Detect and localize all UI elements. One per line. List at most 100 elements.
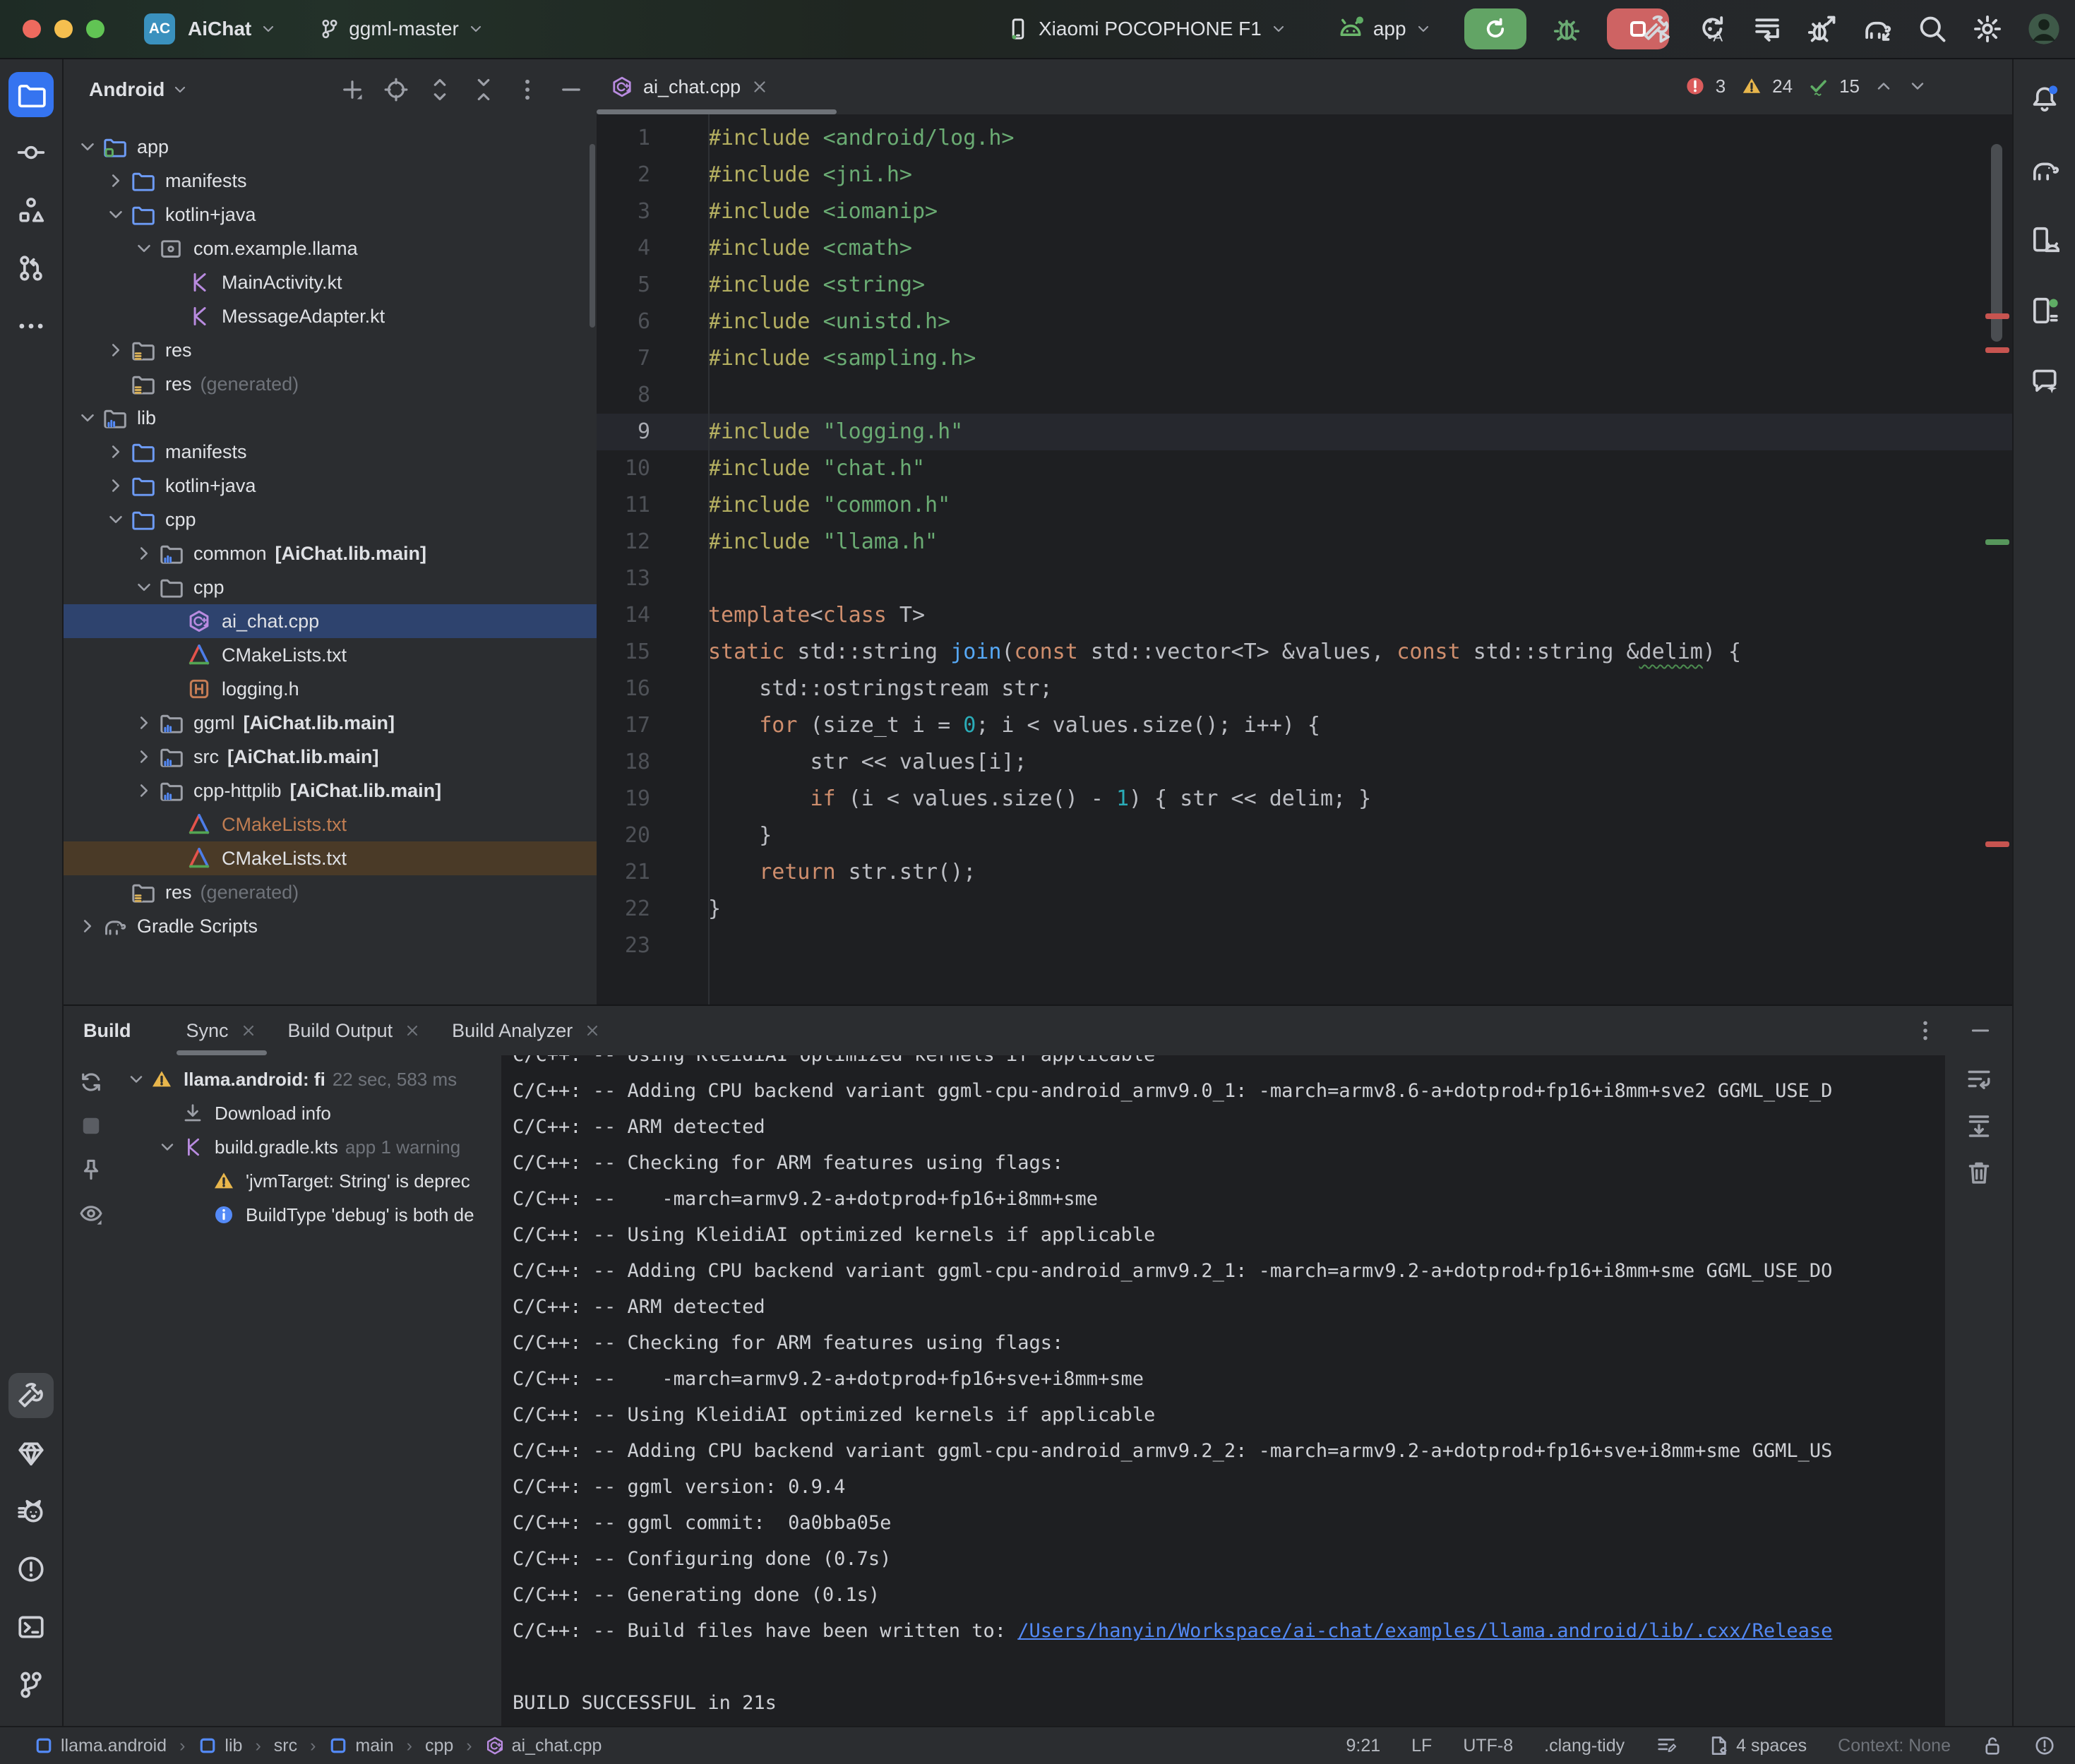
encoding-indicator[interactable]: UTF-8 bbox=[1463, 1736, 1513, 1756]
project-view-selector[interactable]: Android bbox=[89, 78, 189, 101]
tree-item-cmakelists-txt[interactable]: CMakeLists.txt bbox=[64, 638, 597, 672]
build-tab-build-analyzer[interactable]: Build Analyzer bbox=[436, 1006, 616, 1055]
code-editor[interactable]: 1#include <android/log.h>2#include <jni.… bbox=[597, 114, 2012, 1004]
build-console[interactable]: C/C++: -- Using KleidiAI optimized kerne… bbox=[501, 1055, 1945, 1726]
tree-item-logging-h[interactable]: logging.h bbox=[64, 672, 597, 706]
pin-icon[interactable] bbox=[78, 1157, 104, 1182]
build-tree-item[interactable]: Download info bbox=[119, 1096, 501, 1130]
editor-scrollbar[interactable] bbox=[1991, 144, 2002, 342]
apply-code-changes-button[interactable] bbox=[1752, 13, 1783, 44]
tree-item-cpp-httplib[interactable]: cpp-httplib[AiChat.lib.main] bbox=[64, 774, 597, 808]
tree-item-cpp[interactable]: cpp bbox=[64, 570, 597, 604]
notifications-button[interactable] bbox=[2022, 76, 2067, 121]
version-control-button[interactable] bbox=[8, 1662, 54, 1708]
tree-item-res[interactable]: res(generated) bbox=[64, 367, 597, 401]
chevron-right-icon[interactable] bbox=[102, 340, 130, 361]
chevron-right-icon[interactable] bbox=[102, 475, 130, 496]
filter-eye-icon[interactable] bbox=[78, 1201, 104, 1226]
next-problem-icon[interactable] bbox=[1908, 76, 1927, 96]
build-output-path-link[interactable]: /Users/hanyin/Workspace/ai-chat/examples… bbox=[1017, 1620, 1832, 1642]
run-config-selector[interactable]: app bbox=[1337, 15, 1432, 43]
close-window-button[interactable] bbox=[23, 20, 41, 38]
indent-size-indicator[interactable]: 4 spaces bbox=[1708, 1735, 1807, 1756]
tree-item-res[interactable]: res(generated) bbox=[64, 875, 597, 909]
error-stripe-mark[interactable] bbox=[1985, 841, 2009, 847]
user-avatar[interactable] bbox=[2027, 12, 2061, 46]
line-ending-indicator[interactable]: LF bbox=[1411, 1736, 1432, 1756]
branch-selector[interactable]: ggml-master bbox=[319, 18, 484, 40]
logcat-tool-button[interactable] bbox=[8, 1489, 54, 1534]
search-everywhere-button[interactable] bbox=[1917, 13, 1948, 44]
rerun-button[interactable] bbox=[1464, 8, 1526, 49]
build-project-button[interactable] bbox=[1642, 13, 1673, 44]
chevron-right-icon[interactable] bbox=[130, 746, 158, 767]
gemini-chat-button[interactable] bbox=[2022, 359, 2067, 404]
hide-panel-button[interactable] bbox=[558, 77, 584, 102]
tree-item-manifests[interactable]: manifests bbox=[64, 164, 597, 198]
tree-item-ggml[interactable]: ggml[AiChat.lib.main] bbox=[64, 706, 597, 740]
error-stripe-mark[interactable] bbox=[1985, 313, 2009, 319]
error-stripe-mark[interactable] bbox=[1985, 347, 2009, 353]
expand-all-button[interactable] bbox=[427, 77, 453, 102]
chevron-down-icon[interactable] bbox=[130, 577, 158, 598]
tree-item-lib[interactable]: lib bbox=[64, 401, 597, 435]
lock-indicator[interactable] bbox=[1982, 1735, 2003, 1756]
attach-debugger-button[interactable] bbox=[1807, 13, 1838, 44]
tree-item-cmakelists-txt[interactable]: CMakeLists.txt bbox=[64, 808, 597, 841]
chevron-down-icon[interactable] bbox=[130, 238, 158, 259]
debug-button[interactable] bbox=[1552, 14, 1581, 44]
breadcrumb-item-lib[interactable]: lib bbox=[198, 1736, 242, 1756]
tree-item-kotlin-java[interactable]: kotlin+java bbox=[64, 198, 597, 232]
app-quality-insights-button[interactable] bbox=[8, 1431, 54, 1476]
problems-tool-button[interactable] bbox=[8, 1547, 54, 1592]
build-tree-item[interactable]: llama.android: fi22 sec, 583 ms bbox=[119, 1062, 501, 1096]
commit-tool-button[interactable] bbox=[8, 130, 54, 175]
hide-build-panel-button[interactable] bbox=[1968, 1019, 1992, 1043]
build-tree-item[interactable]: 'jvmTarget: String' is deprec bbox=[119, 1164, 501, 1198]
tree-item-cpp[interactable]: cpp bbox=[64, 503, 597, 536]
more-tool-windows-button[interactable] bbox=[8, 304, 54, 349]
close-tab-icon[interactable] bbox=[751, 78, 769, 96]
resync-button[interactable] bbox=[78, 1069, 104, 1095]
project-scrollbar[interactable] bbox=[590, 144, 595, 328]
device-selector[interactable]: Xiaomi POCOPHONE F1 bbox=[1006, 17, 1287, 41]
context-indicator[interactable]: Context: None bbox=[1838, 1736, 1951, 1756]
breadcrumb-item-cpp[interactable]: cpp bbox=[425, 1736, 453, 1756]
soft-wrap-icon[interactable] bbox=[1965, 1065, 1993, 1093]
build-tree-item[interactable]: BuildType 'debug' is both de bbox=[119, 1198, 501, 1232]
build-tab-sync[interactable]: Sync bbox=[171, 1006, 273, 1055]
error-notification-button[interactable] bbox=[2034, 1735, 2055, 1756]
tree-item-manifests[interactable]: manifests bbox=[64, 435, 597, 469]
tree-item-messageadapter-kt[interactable]: MessageAdapter.kt bbox=[64, 299, 597, 333]
project-tool-button[interactable] bbox=[8, 72, 54, 117]
chevron-down-icon[interactable] bbox=[102, 204, 130, 225]
chevron-right-icon[interactable] bbox=[102, 441, 130, 462]
terminal-tool-button[interactable] bbox=[8, 1604, 54, 1650]
indent-settings-button[interactable] bbox=[1656, 1735, 1677, 1756]
project-selector[interactable]: AiChat bbox=[188, 18, 277, 40]
stop-sync-button[interactable] bbox=[78, 1113, 104, 1139]
zoom-window-button[interactable] bbox=[86, 20, 104, 38]
chevron-down-icon[interactable] bbox=[73, 136, 102, 157]
device-manager-button[interactable] bbox=[2022, 217, 2067, 263]
breadcrumb-item-main[interactable]: main bbox=[328, 1736, 393, 1756]
locate-file-button[interactable] bbox=[383, 77, 409, 102]
build-options-button[interactable] bbox=[1913, 1019, 1937, 1043]
tree-item-ai-chat-cpp[interactable]: ai_chat.cpp bbox=[64, 604, 597, 638]
previous-problem-icon[interactable] bbox=[1874, 76, 1894, 96]
chevron-right-icon[interactable] bbox=[130, 712, 158, 733]
build-tree-item[interactable]: build.gradle.kts app 1 warning bbox=[119, 1130, 501, 1164]
chevron-right-icon[interactable] bbox=[130, 780, 158, 801]
structure-tool-button[interactable] bbox=[8, 188, 54, 233]
scroll-to-end-icon[interactable] bbox=[1965, 1112, 1993, 1140]
close-tab-icon[interactable] bbox=[240, 1022, 257, 1039]
minimize-window-button[interactable] bbox=[54, 20, 73, 38]
chevron-down-icon[interactable] bbox=[154, 1137, 181, 1157]
chevron-down-icon[interactable] bbox=[102, 509, 130, 530]
apply-changes-button[interactable]: A bbox=[1697, 13, 1728, 44]
chevron-right-icon[interactable] bbox=[73, 916, 102, 937]
change-stripe-mark[interactable] bbox=[1985, 539, 2009, 545]
build-tool-button[interactable] bbox=[8, 1373, 54, 1418]
inspections-widget[interactable]: 3 24 15 bbox=[1685, 69, 1927, 103]
add-button[interactable] bbox=[340, 77, 365, 102]
